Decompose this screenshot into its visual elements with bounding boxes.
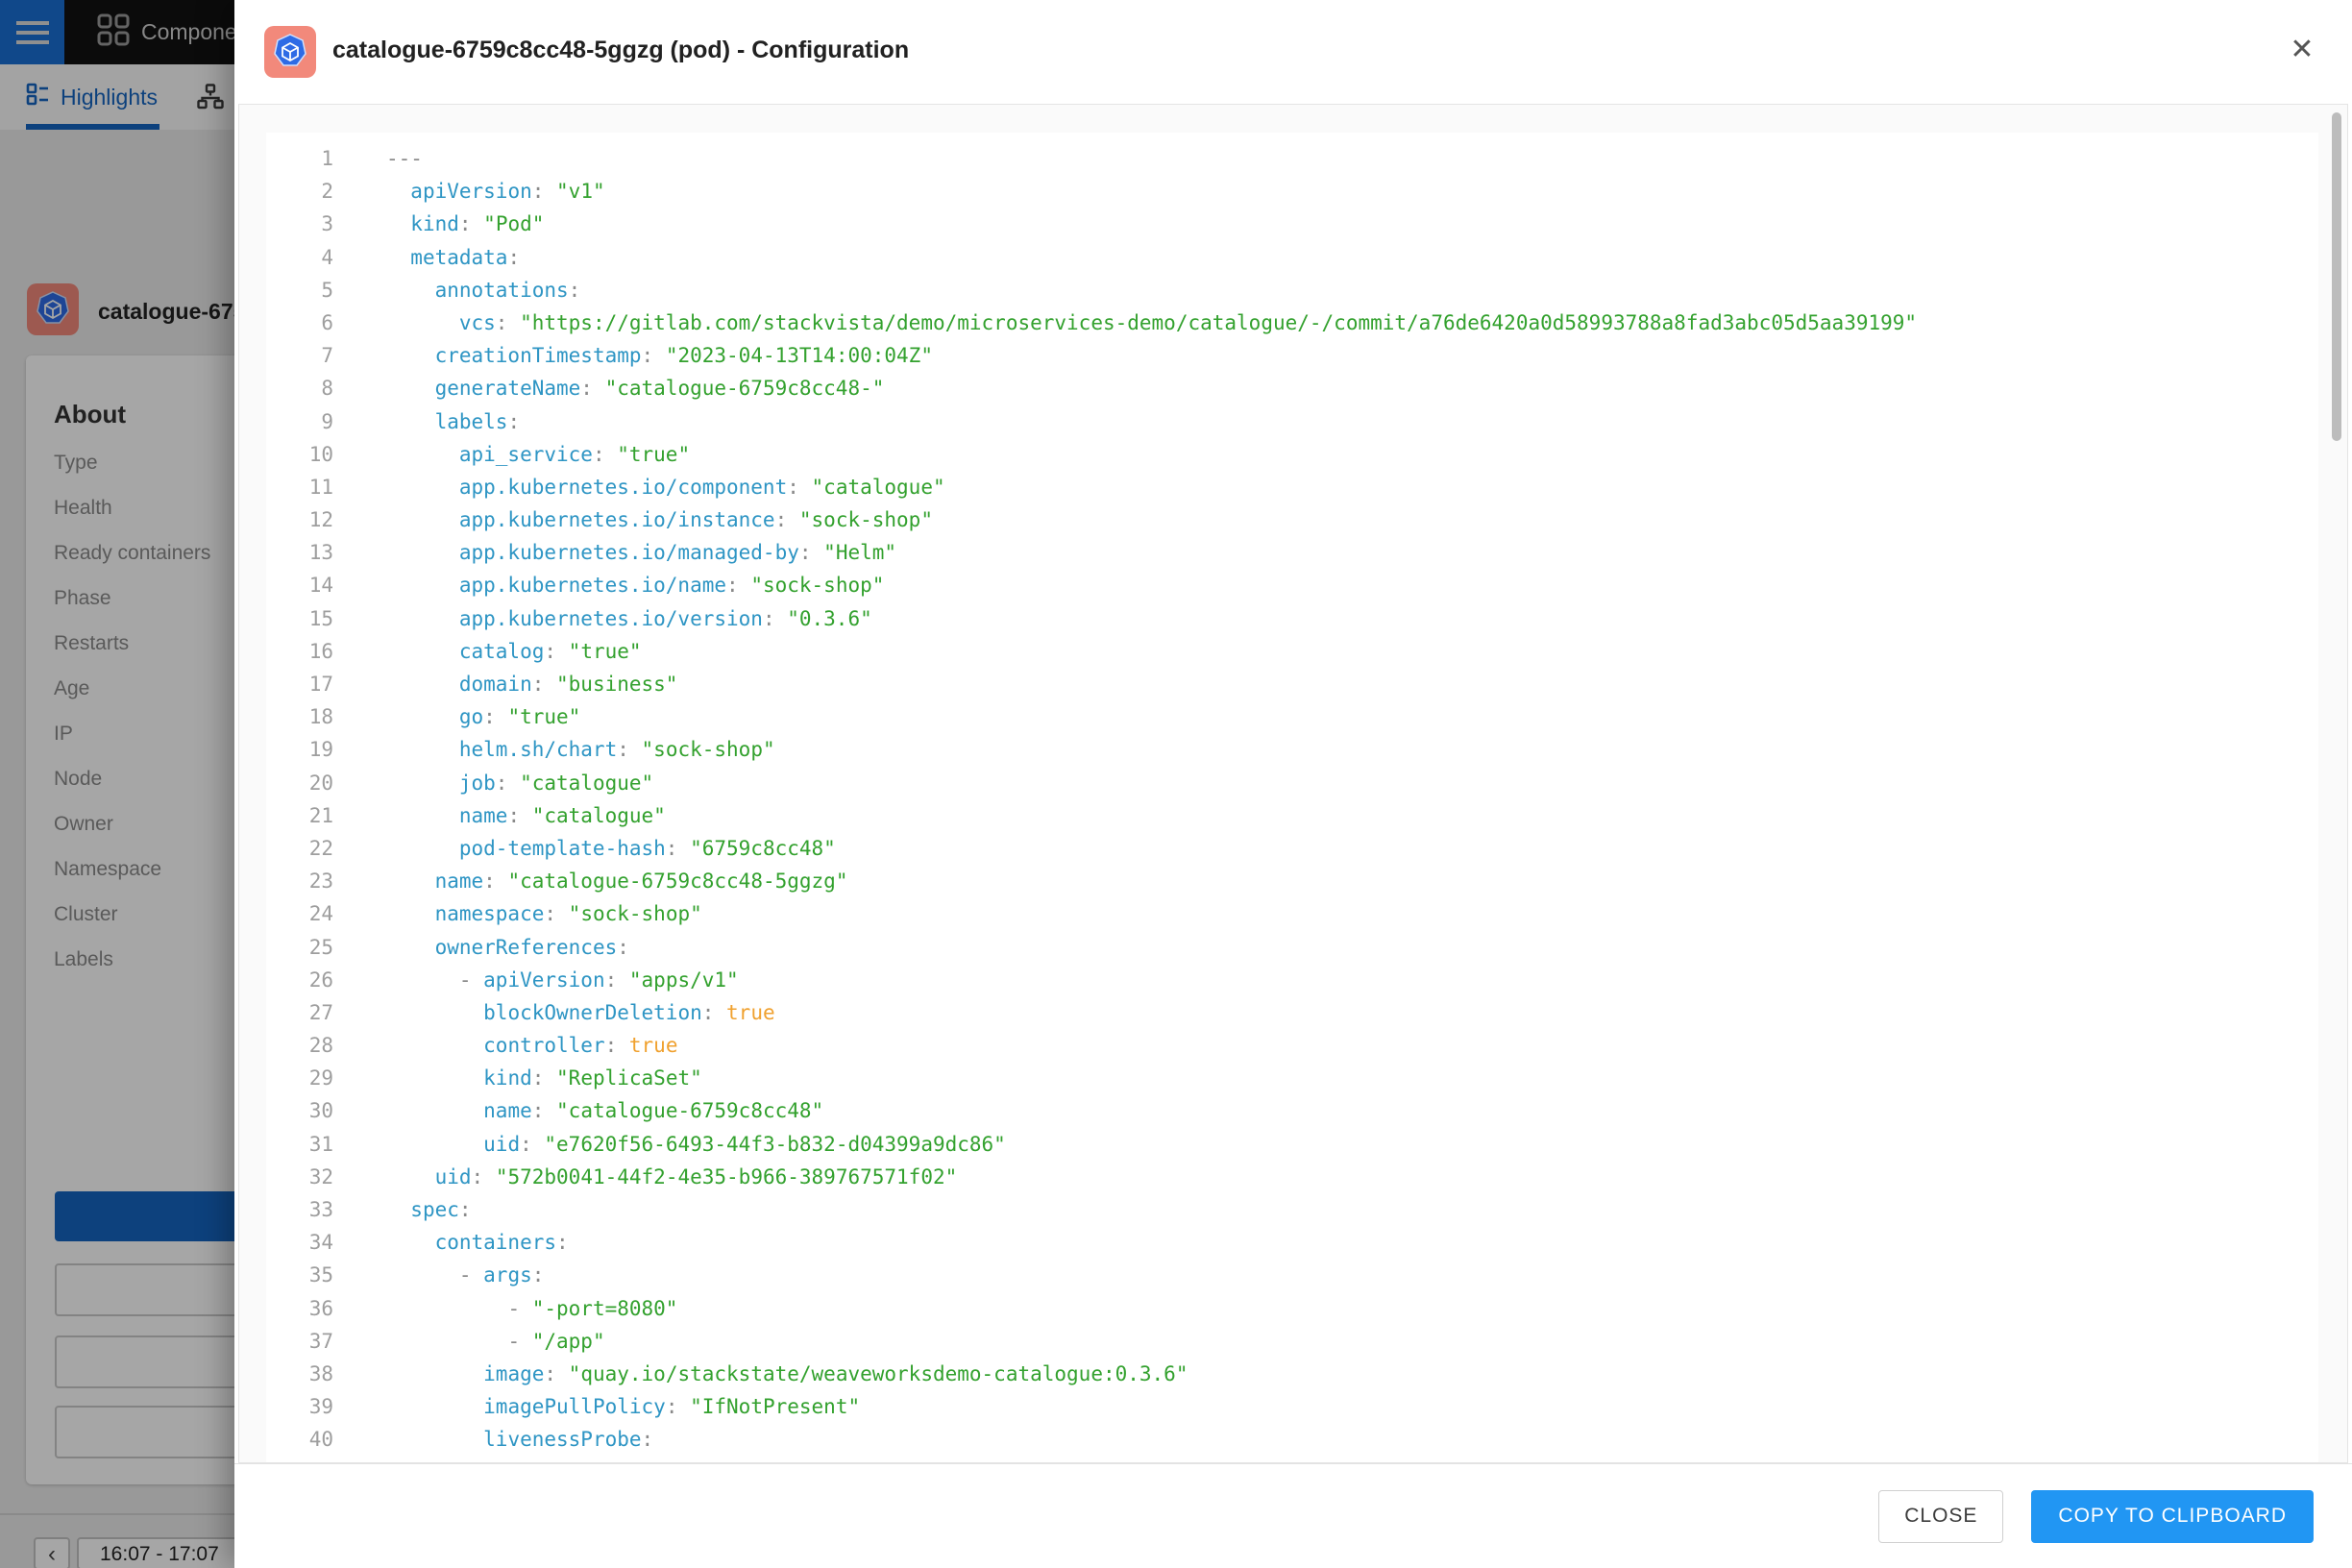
dialog-header: catalogue-6759c8cc48-5ggzg (pod) - Confi…	[234, 0, 2352, 104]
line-number: 2	[266, 175, 386, 208]
code-line: 14 app.kubernetes.io/name: "sock-shop"	[266, 569, 2318, 601]
code-line: 29 kind: "ReplicaSet"	[266, 1062, 2318, 1094]
code-line: 12 app.kubernetes.io/instance: "sock-sho…	[266, 503, 2318, 536]
code-line: 21 name: "catalogue"	[266, 799, 2318, 832]
code-line: 38 image: "quay.io/stackstate/weaveworks…	[266, 1358, 2318, 1390]
line-number: 26	[266, 964, 386, 996]
yaml-code-panel: 1---2 apiVersion: "v1"3 kind: "Pod"4 met…	[238, 104, 2348, 1463]
line-number: 35	[266, 1259, 386, 1291]
yaml-code-sheet: 1---2 apiVersion: "v1"3 kind: "Pod"4 met…	[266, 133, 2318, 1463]
code-line: 25 ownerReferences:	[266, 931, 2318, 964]
code-line: 17 domain: "business"	[266, 668, 2318, 700]
line-number: 16	[266, 635, 386, 668]
code-line: 10 api_service: "true"	[266, 438, 2318, 471]
line-number: 19	[266, 733, 386, 766]
line-number: 8	[266, 372, 386, 404]
code-line: 41 failureThreshold: 3	[266, 1457, 2318, 1464]
code-line: 9 labels:	[266, 405, 2318, 438]
screen: Components Highlights	[0, 0, 2352, 1568]
code-line: 8 generateName: "catalogue-6759c8cc48-"	[266, 372, 2318, 404]
line-number: 39	[266, 1390, 386, 1423]
line-number: 36	[266, 1292, 386, 1325]
line-number: 41	[266, 1457, 386, 1464]
code-line: 40 livenessProbe:	[266, 1423, 2318, 1456]
line-number: 22	[266, 832, 386, 865]
code-line: 35 - args:	[266, 1259, 2318, 1291]
code-line: 39 imagePullPolicy: "IfNotPresent"	[266, 1390, 2318, 1423]
line-number: 11	[266, 471, 386, 503]
line-number: 10	[266, 438, 386, 471]
line-number: 38	[266, 1358, 386, 1390]
line-number: 6	[266, 306, 386, 339]
line-number: 24	[266, 897, 386, 930]
code-line: 6 vcs: "https://gitlab.com/stackvista/de…	[266, 306, 2318, 339]
line-number: 1	[266, 142, 386, 175]
close-button[interactable]: CLOSE	[1878, 1490, 2003, 1543]
code-line: 26 - apiVersion: "apps/v1"	[266, 964, 2318, 996]
code-line: 2 apiVersion: "v1"	[266, 175, 2318, 208]
line-number: 13	[266, 536, 386, 569]
copy-to-clipboard-button[interactable]: COPY TO CLIPBOARD	[2031, 1490, 2314, 1543]
code-line: 19 helm.sh/chart: "sock-shop"	[266, 733, 2318, 766]
code-line: 13 app.kubernetes.io/managed-by: "Helm"	[266, 536, 2318, 569]
code-line: 3 kind: "Pod"	[266, 208, 2318, 240]
code-line: 22 pod-template-hash: "6759c8cc48"	[266, 832, 2318, 865]
close-icon[interactable]: ✕	[2281, 29, 2323, 71]
line-number: 25	[266, 931, 386, 964]
line-number: 3	[266, 208, 386, 240]
line-number: 7	[266, 339, 386, 372]
line-number: 9	[266, 405, 386, 438]
code-line: 28 controller: true	[266, 1029, 2318, 1062]
code-line: 23 name: "catalogue-6759c8cc48-5ggzg"	[266, 865, 2318, 897]
vertical-scrollbar-thumb[interactable]	[2332, 112, 2341, 441]
line-number: 21	[266, 799, 386, 832]
code-line: 18 go: "true"	[266, 700, 2318, 733]
code-line: 16 catalog: "true"	[266, 635, 2318, 668]
dialog-title: catalogue-6759c8cc48-5ggzg (pod) - Confi…	[332, 37, 909, 64]
line-number: 4	[266, 241, 386, 274]
line-number: 15	[266, 602, 386, 635]
line-number: 34	[266, 1226, 386, 1259]
line-number: 27	[266, 996, 386, 1029]
code-line: 11 app.kubernetes.io/component: "catalog…	[266, 471, 2318, 503]
line-number: 5	[266, 274, 386, 306]
configuration-dialog: catalogue-6759c8cc48-5ggzg (pod) - Confi…	[234, 0, 2352, 1568]
code-line: 31 uid: "e7620f56-6493-44f3-b832-d04399a…	[266, 1128, 2318, 1161]
code-line: 34 containers:	[266, 1226, 2318, 1259]
code-line: 33 spec:	[266, 1193, 2318, 1226]
line-number: 18	[266, 700, 386, 733]
line-number: 31	[266, 1128, 386, 1161]
dialog-footer: CLOSE COPY TO CLIPBOARD	[234, 1463, 2352, 1568]
code-line: 36 - "-port=8080"	[266, 1292, 2318, 1325]
line-number: 30	[266, 1094, 386, 1127]
code-line: 15 app.kubernetes.io/version: "0.3.6"	[266, 602, 2318, 635]
code-line: 37 - "/app"	[266, 1325, 2318, 1358]
line-number: 23	[266, 865, 386, 897]
line-number: 14	[266, 569, 386, 601]
code-line: 24 namespace: "sock-shop"	[266, 897, 2318, 930]
line-number: 12	[266, 503, 386, 536]
pod-dialog-icon	[264, 26, 316, 83]
code-line: 20 job: "catalogue"	[266, 767, 2318, 799]
line-number: 17	[266, 668, 386, 700]
code-line: 5 annotations:	[266, 274, 2318, 306]
line-number: 29	[266, 1062, 386, 1094]
code-line: 4 metadata:	[266, 241, 2318, 274]
code-line: 30 name: "catalogue-6759c8cc48"	[266, 1094, 2318, 1127]
line-number: 33	[266, 1193, 386, 1226]
code-line: 7 creationTimestamp: "2023-04-13T14:00:0…	[266, 339, 2318, 372]
code-line: 32 uid: "572b0041-44f2-4e35-b966-3897675…	[266, 1161, 2318, 1193]
line-number: 20	[266, 767, 386, 799]
line-number: 37	[266, 1325, 386, 1358]
line-number: 32	[266, 1161, 386, 1193]
code-line: 27 blockOwnerDeletion: true	[266, 996, 2318, 1029]
code-line: 1---	[266, 142, 2318, 175]
line-number: 28	[266, 1029, 386, 1062]
line-number: 40	[266, 1423, 386, 1456]
